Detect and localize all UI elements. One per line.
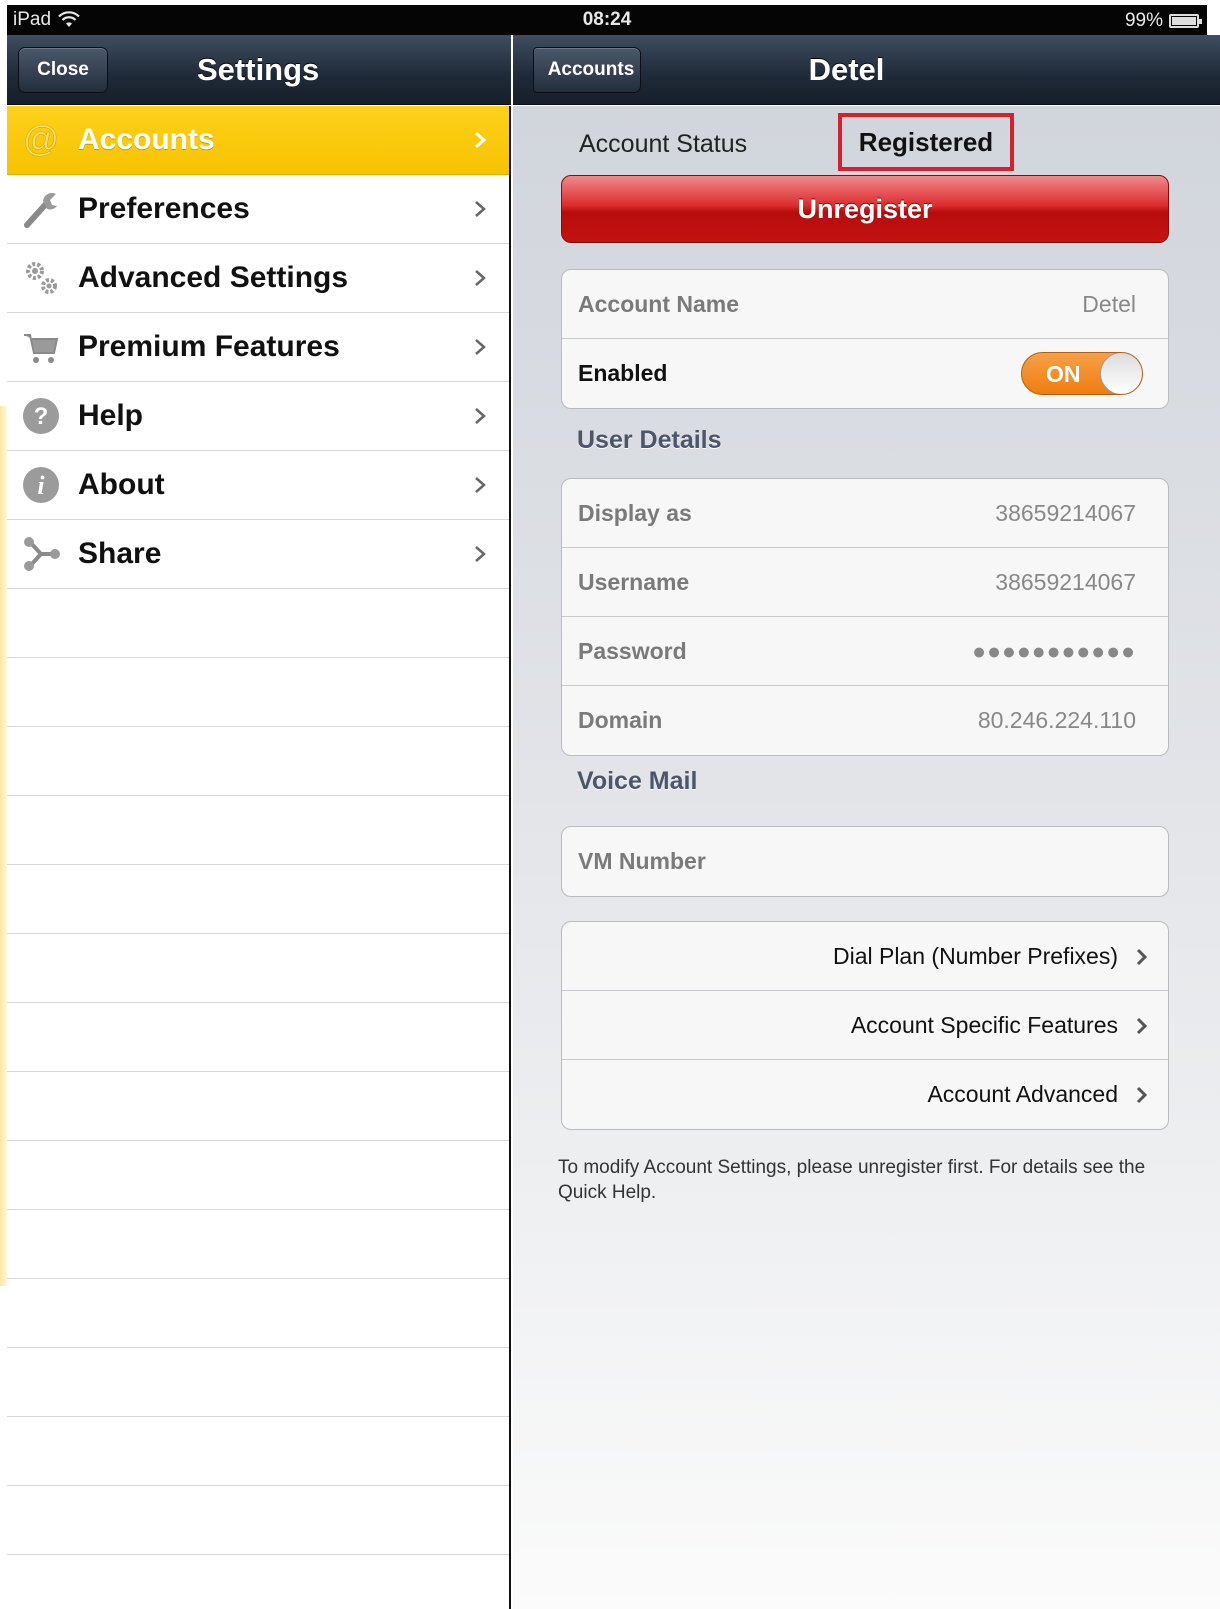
wrench-icon [20, 188, 62, 230]
chevron-right-icon [475, 131, 487, 149]
domain-label: Domain [578, 707, 663, 733]
password-row[interactable]: Password ●●●●●●●●●●● [562, 617, 1168, 686]
voice-mail-header: Voice Mail [577, 767, 698, 795]
display-as-value: 38659214067 [995, 499, 1136, 526]
settings-sidebar: @ Accounts Preferences Advanced Settings… [0, 106, 511, 1609]
domain-value: 80.246.224.110 [977, 707, 1136, 733]
voice-mail-group: VM Number [561, 826, 1169, 897]
sidebar-item-label: Advanced Settings [78, 261, 349, 294]
empty-row [7, 727, 509, 796]
account-name-row[interactable]: Account Name Detel [562, 270, 1168, 339]
account-group: Account Name Detel Enabled ON [561, 269, 1169, 409]
chevron-right-icon [475, 270, 486, 286]
account-status-value: Registered [838, 113, 1014, 171]
sidebar-item-preferences[interactable]: Preferences [7, 175, 509, 244]
account-name-label: Account Name [578, 290, 740, 317]
sidebar-item-label: Preferences [78, 192, 250, 225]
sidebar-item-label: About [78, 468, 165, 501]
gears-icon [20, 257, 62, 299]
username-label: Username [578, 568, 690, 595]
user-details-group: Display as 38659214067 Username 38659214… [561, 478, 1169, 756]
password-label: Password [578, 637, 687, 664]
sidebar-item-label: Premium Features [78, 330, 340, 363]
chevron-right-icon [1136, 1017, 1148, 1035]
detail-navbar: Accounts Detel [513, 35, 1220, 105]
empty-row [7, 589, 509, 658]
battery-percent: 99% [1124, 10, 1163, 31]
sidebar-edge [0, 406, 7, 1286]
svg-text:i: i [37, 471, 45, 500]
question-icon: ? [20, 395, 62, 437]
password-value: ●●●●●●●●●●● [972, 637, 1136, 664]
empty-row [7, 796, 509, 865]
chevron-right-icon [1136, 948, 1148, 966]
vm-number-label: VM Number [578, 848, 706, 874]
domain-row[interactable]: Domain 80.246.224.110 [562, 686, 1168, 755]
empty-row [7, 865, 509, 934]
empty-row [7, 1348, 509, 1417]
settings-title: Settings [197, 52, 320, 87]
dial-plan-label: Dial Plan (Number Prefixes) [832, 942, 1118, 969]
empty-row [7, 1141, 509, 1210]
settings-navbar: Close Settings [7, 35, 511, 105]
share-icon [20, 533, 62, 575]
sidebar-item-share[interactable]: Share [7, 520, 509, 589]
at-sign-icon: @ [20, 119, 62, 161]
sidebar-item-premium-features[interactable]: Premium Features [7, 313, 509, 382]
sidebar-item-advanced-settings[interactable]: Advanced Settings [7, 244, 509, 313]
toggle-on-label: ON [1046, 361, 1081, 387]
empty-row [7, 1072, 509, 1141]
account-name-value: Detel [1082, 290, 1136, 317]
unregister-button[interactable]: Unregister [561, 175, 1169, 243]
chevron-right-icon [475, 408, 486, 424]
info-icon: i [20, 464, 62, 506]
chevron-right-icon [475, 477, 486, 493]
sidebar-item-label: Help [78, 399, 144, 432]
chevron-right-icon [1136, 1086, 1148, 1104]
unregister-note: To modify Account Settings, please unreg… [558, 1157, 1146, 1203]
display-as-row[interactable]: Display as 38659214067 [562, 479, 1168, 548]
account-status-label: Account Status [579, 130, 748, 158]
sidebar-item-label: Share [78, 537, 162, 570]
enabled-row: Enabled ON [562, 339, 1168, 408]
account-advanced-row[interactable]: Account Advanced [562, 1060, 1168, 1129]
sidebar-item-label: Accounts [78, 123, 215, 156]
empty-row [7, 1279, 509, 1348]
battery-indicator: 99% [1124, 10, 1202, 32]
user-details-header: User Details [577, 426, 722, 454]
clock: 08:24 [582, 9, 632, 30]
sidebar-item-about[interactable]: i About [7, 451, 509, 520]
account-links-group: Dial Plan (Number Prefixes) Account Spec… [561, 921, 1169, 1130]
svg-text:@: @ [23, 121, 60, 159]
empty-row [7, 934, 509, 1003]
empty-row [7, 1417, 509, 1486]
close-button[interactable]: Close [18, 47, 108, 93]
chevron-right-icon [475, 546, 486, 562]
dial-plan-row[interactable]: Dial Plan (Number Prefixes) [562, 922, 1168, 991]
empty-row [7, 1486, 509, 1555]
display-as-label: Display as [578, 499, 692, 526]
username-row[interactable]: Username 38659214067 [562, 548, 1168, 617]
detail-title: Detel [808, 52, 885, 87]
sidebar-item-help[interactable]: ? Help [7, 382, 509, 451]
empty-row [7, 1003, 509, 1072]
username-value: 38659214067 [995, 568, 1136, 595]
account-detail-pane: Account Status Registered Unregister Acc… [513, 106, 1220, 1609]
account-advanced-label: Account Advanced [927, 1081, 1118, 1107]
toggle-knob [1100, 353, 1142, 394]
empty-row [7, 1210, 509, 1279]
account-specific-features-label: Account Specific Features [850, 1011, 1118, 1038]
cart-icon [20, 326, 62, 368]
chevron-right-icon [475, 339, 486, 355]
chevron-right-icon [475, 201, 486, 217]
battery-icon [1169, 14, 1202, 28]
account-specific-features-row[interactable]: Account Specific Features [562, 991, 1168, 1060]
status-bar: iPad 08:24 99% [7, 5, 1207, 35]
enabled-toggle[interactable]: ON [1021, 352, 1143, 395]
svg-text:?: ? [34, 403, 49, 430]
empty-row [7, 658, 509, 727]
sidebar-item-accounts[interactable]: @ Accounts [7, 106, 509, 175]
vm-number-row[interactable]: VM Number [562, 827, 1168, 896]
